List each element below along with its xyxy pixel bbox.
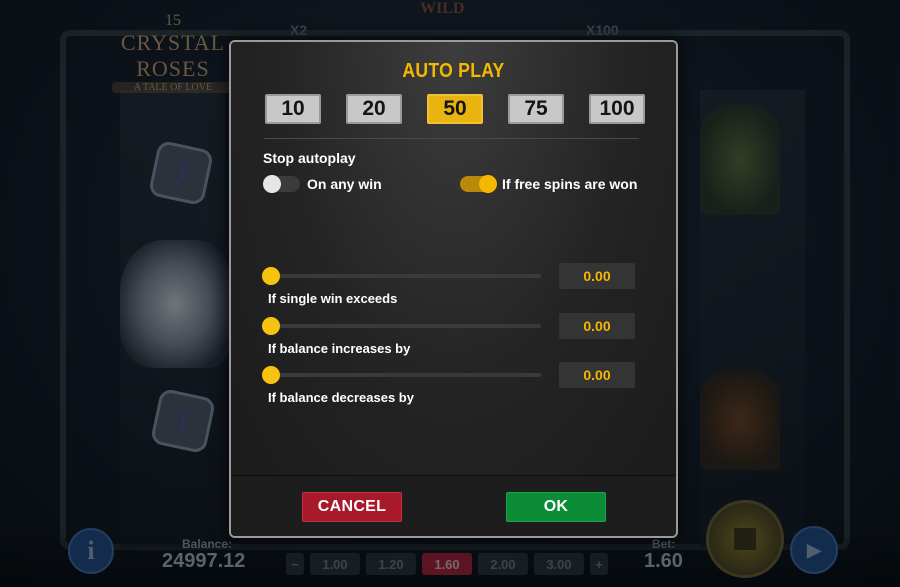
divider [264,138,639,139]
single-win-slider[interactable] [271,274,541,278]
stop-autoplay-label: Stop autoplay [263,150,356,166]
dialog-title: AUTO PLAY [402,60,505,82]
autoplay-dialog: AUTO PLAY 10 20 50 75 100 Stop autoplay … [229,40,678,538]
balance-decrease-slider[interactable] [271,373,541,377]
cancel-button[interactable]: CANCEL [302,492,402,522]
spin-count-100-button[interactable]: 100 [589,94,645,124]
balance-increase-value: 0.00 [559,313,635,339]
on-any-win-label: On any win [307,176,382,192]
balance-decrease-slider-thumb[interactable] [262,366,280,384]
single-win-value: 0.00 [559,263,635,289]
balance-increase-slider[interactable] [271,324,541,328]
toggle-knob [479,175,497,193]
balance-increase-slider-thumb[interactable] [262,317,280,335]
balance-decrease-value: 0.00 [559,362,635,388]
spin-count-50-button[interactable]: 50 [427,94,483,124]
on-any-win-toggle[interactable] [263,175,300,193]
toggle-knob [263,175,281,193]
single-win-slider-thumb[interactable] [262,267,280,285]
single-win-label: If single win exceeds [268,291,398,306]
ok-button[interactable]: OK [506,492,606,522]
spin-count-20-button[interactable]: 20 [346,94,402,124]
spin-count-75-button[interactable]: 75 [508,94,564,124]
balance-decrease-label: If balance decreases by [268,390,414,405]
free-spins-toggle[interactable] [460,175,497,193]
balance-increase-label: If balance increases by [268,341,411,356]
free-spins-label: If free spins are won [502,176,638,192]
dialog-footer [231,475,676,536]
spin-count-10-button[interactable]: 10 [265,94,321,124]
